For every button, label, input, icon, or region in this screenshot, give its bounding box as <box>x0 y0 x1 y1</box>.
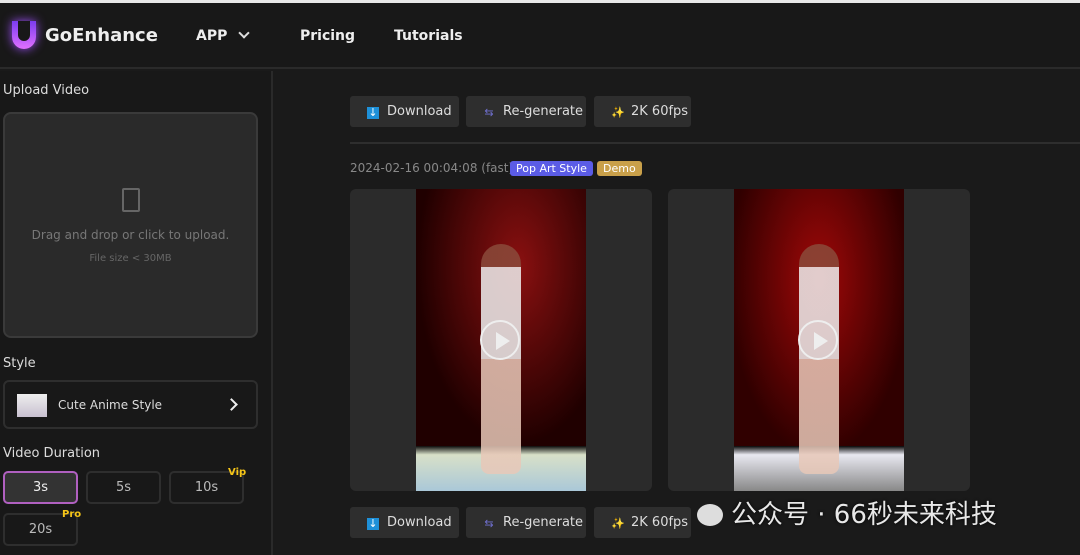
upload-limit: File size < 30MB <box>89 253 172 264</box>
logo-icon[interactable] <box>12 21 36 49</box>
nav-app-label: APP <box>196 28 228 44</box>
duration-5s[interactable]: 5s <box>86 471 161 504</box>
demo-tag: Demo <box>597 161 642 176</box>
regenerate-icon: ⇆ <box>484 106 494 119</box>
style-value: Cute Anime Style <box>58 398 163 412</box>
chevron-down-icon <box>238 27 250 39</box>
result-video-frame <box>734 189 904 491</box>
regenerate-label: Re-generate <box>503 104 584 119</box>
download-icon: ↓ <box>367 106 379 119</box>
regenerate-button-2[interactable]: ⇆ Re-generate <box>466 507 586 538</box>
download-button-2[interactable]: ↓ Download <box>350 507 459 538</box>
regenerate-button[interactable]: ⇆ Re-generate <box>466 96 586 127</box>
upscale-label: 2K 60fps <box>631 515 689 530</box>
pro-badge: Pro <box>62 509 82 520</box>
wechat-icon <box>697 504 723 526</box>
top-nav: GoEnhance APP Pricing Tutorials <box>0 3 1080 69</box>
watermark: 公众号 · 66秒未来科技 <box>697 494 997 531</box>
sparkles-icon: ✨ <box>611 106 625 119</box>
download-label: Download <box>387 515 452 530</box>
duration-3s[interactable]: 3s <box>3 471 78 504</box>
regenerate-label: Re-generate <box>503 515 584 530</box>
regenerate-icon: ⇆ <box>484 517 494 530</box>
download-button[interactable]: ↓ Download <box>350 96 459 127</box>
chevron-right-icon <box>225 398 238 411</box>
source-video-frame <box>416 189 586 491</box>
sparkles-icon: ✨ <box>611 517 625 530</box>
style-tag: Pop Art Style <box>510 161 593 176</box>
result-timestamp: 2024-02-16 00:04:08 (fast) <box>350 161 514 175</box>
style-selector[interactable]: Cute Anime Style <box>3 380 258 429</box>
vip-badge: Vip <box>228 467 247 478</box>
result-video[interactable] <box>668 189 970 491</box>
style-label: Style <box>3 356 36 371</box>
source-video[interactable] <box>350 189 652 491</box>
upscale-label: 2K 60fps <box>631 104 689 119</box>
video-file-icon <box>121 188 140 212</box>
divider <box>350 142 1080 144</box>
upload-label: Upload Video <box>3 83 90 98</box>
brand-name[interactable]: GoEnhance <box>45 25 158 46</box>
download-icon: ↓ <box>367 517 379 530</box>
download-label: Download <box>387 104 452 119</box>
upscale-button[interactable]: ✨ 2K 60fps <box>594 96 691 127</box>
nav-pricing[interactable]: Pricing <box>300 28 355 44</box>
nav-tutorials[interactable]: Tutorials <box>394 28 463 44</box>
upload-dropzone[interactable]: Drag and drop or click to upload. File s… <box>3 112 258 338</box>
nav-app[interactable]: APP <box>196 27 250 44</box>
play-icon[interactable] <box>798 320 838 360</box>
play-icon[interactable] <box>480 320 520 360</box>
watermark-text: 公众号 · 66秒未来科技 <box>731 500 997 530</box>
duration-label: Video Duration <box>3 446 101 461</box>
upscale-button-2[interactable]: ✨ 2K 60fps <box>594 507 691 538</box>
style-thumbnail <box>17 394 47 417</box>
upload-hint: Drag and drop or click to upload. <box>31 228 230 242</box>
